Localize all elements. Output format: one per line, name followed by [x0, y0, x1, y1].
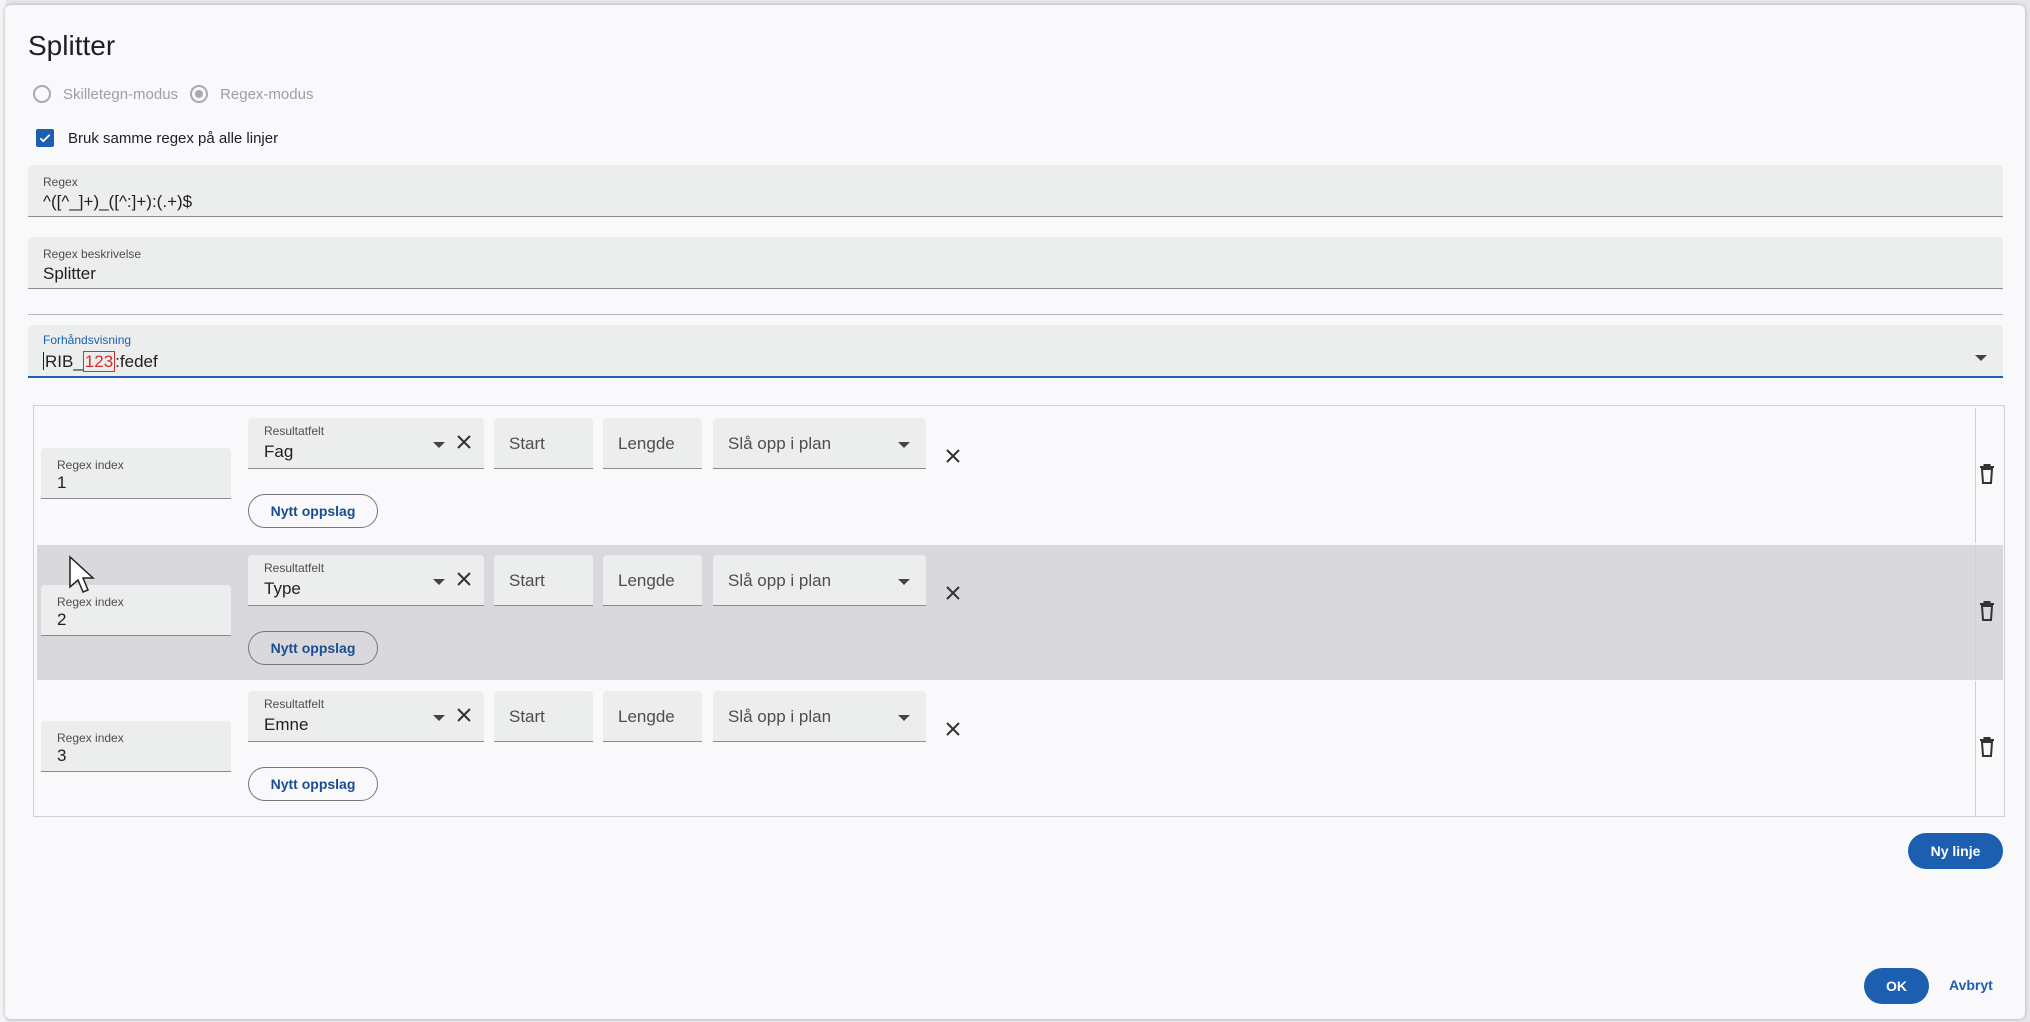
radio-delimiter-mode-label: Skilletegn-modus — [63, 85, 179, 103]
regex-index-field[interactable]: Regex index 3 — [41, 721, 231, 772]
regex-description-label: Regex beskrivelse — [43, 247, 142, 261]
length-placeholder: Lengde — [618, 707, 675, 726]
lookup-plan-placeholder: Slå opp i plan — [728, 707, 832, 726]
preview-field-value: RIB_ 123:fedef — [43, 351, 158, 372]
regex-line-row: Regex index 1 Resultatfelt Fag Start Len… — [37, 408, 2003, 543]
regex-line-row: Regex index 2 Resultatfelt Type Start Le… — [37, 545, 2003, 680]
regex-index-field[interactable]: Regex index 1 — [41, 448, 231, 499]
result-field-label: Resultatfelt — [264, 697, 325, 711]
result-field-select[interactable]: Resultatfelt Fag — [248, 418, 484, 469]
dropdown-arrow-icon[interactable] — [433, 579, 445, 585]
start-placeholder: Start — [509, 434, 545, 453]
regex-index-label: Regex index — [57, 458, 124, 472]
start-placeholder: Start — [509, 571, 545, 590]
close-icon[interactable] — [941, 444, 965, 468]
regex-lines-group: Regex index 1 Resultatfelt Fag Start Len… — [33, 405, 2005, 817]
same-regex-checkbox-row: Bruk samme regex på alle linjer — [36, 129, 278, 147]
ok-button[interactable]: OK — [1864, 968, 1929, 1004]
dialog-title: Splitter — [28, 30, 116, 61]
regex-index-label: Regex index — [57, 731, 124, 745]
radio-regex-mode[interactable] — [190, 85, 209, 103]
text-caret — [43, 352, 44, 370]
lookup-plan-select[interactable]: Slå opp i plan — [713, 555, 926, 606]
new-lookup-button[interactable]: Nytt oppslag — [248, 631, 378, 665]
checkmark-icon — [39, 134, 51, 143]
start-field[interactable]: Start — [494, 555, 593, 606]
divider — [28, 314, 2003, 315]
regex-field-label: Regex — [43, 175, 78, 189]
regex-description-value: Splitter — [43, 264, 96, 283]
lookup-plan-placeholder: Slå opp i plan — [728, 434, 832, 453]
regex-index-value: 1 — [57, 473, 67, 492]
dropdown-arrow-icon[interactable] — [898, 715, 910, 721]
result-field-label: Resultatfelt — [264, 424, 325, 438]
regex-index-value: 3 — [57, 746, 67, 765]
radio-delimiter-mode[interactable] — [33, 85, 51, 103]
start-field[interactable]: Start — [494, 418, 593, 469]
delete-icon[interactable] — [1973, 733, 2001, 761]
new-lookup-button[interactable]: Nytt oppslag — [248, 494, 378, 528]
mouse-cursor-icon — [68, 555, 96, 595]
same-regex-checkbox[interactable] — [36, 129, 54, 147]
close-icon[interactable] — [941, 581, 965, 605]
regex-index-value: 2 — [57, 610, 67, 629]
result-field-select[interactable]: Resultatfelt Emne — [248, 691, 484, 742]
regex-field[interactable]: Regex ^([^_]+)_([^:]+):(.+)$ — [28, 165, 2003, 217]
delete-icon[interactable] — [1973, 460, 2001, 488]
new-lookup-button[interactable]: Nytt oppslag — [248, 767, 378, 801]
lookup-plan-select[interactable]: Slå opp i plan — [713, 691, 926, 742]
cancel-button[interactable]: Avbryt — [1949, 977, 1993, 993]
regex-field-value: ^([^_]+)_([^:]+):(.+)$ — [43, 192, 193, 211]
dropdown-arrow-icon[interactable] — [433, 442, 445, 448]
close-icon[interactable] — [941, 717, 965, 741]
result-field-value: Emne — [264, 715, 309, 734]
clear-icon[interactable] — [454, 705, 474, 725]
new-line-button[interactable]: Ny linje — [1908, 833, 2003, 869]
preview-suffix: :fedef — [115, 352, 158, 371]
regex-line-row: Regex index 3 Resultatfelt Emne Start Le… — [37, 681, 2003, 816]
dropdown-arrow-icon[interactable] — [898, 579, 910, 585]
clear-icon[interactable] — [454, 432, 474, 452]
splitter-dialog: Splitter Skilletegn-modus Regex-modus Br… — [5, 5, 2025, 1019]
result-field-value: Type — [264, 579, 301, 598]
length-field[interactable]: Lengde — [603, 691, 702, 742]
regex-index-label: Regex index — [57, 595, 124, 609]
preview-field-label: Forhåndsvisning — [43, 333, 132, 347]
preview-prefix: RIB_ — [45, 352, 83, 371]
length-placeholder: Lengde — [618, 571, 675, 590]
lookup-plan-placeholder: Slå opp i plan — [728, 571, 832, 590]
radio-regex-mode-label: Regex-modus — [220, 85, 314, 103]
regex-description-field[interactable]: Regex beskrivelse Splitter — [28, 237, 2003, 289]
dropdown-arrow-icon[interactable] — [1975, 355, 1987, 361]
dropdown-arrow-icon[interactable] — [433, 715, 445, 721]
delete-icon[interactable] — [1973, 597, 2001, 625]
length-placeholder: Lengde — [618, 434, 675, 453]
start-placeholder: Start — [509, 707, 545, 726]
result-field-select[interactable]: Resultatfelt Type — [248, 555, 484, 606]
clear-icon[interactable] — [454, 569, 474, 589]
preview-highlight-match: 123 — [82, 351, 116, 372]
result-field-label: Resultatfelt — [264, 561, 325, 575]
start-field[interactable]: Start — [494, 691, 593, 742]
dropdown-arrow-icon[interactable] — [898, 442, 910, 448]
lookup-plan-select[interactable]: Slå opp i plan — [713, 418, 926, 469]
preview-field[interactable]: Forhåndsvisning RIB_ 123:fedef — [28, 325, 2003, 378]
length-field[interactable]: Lengde — [603, 555, 702, 606]
length-field[interactable]: Lengde — [603, 418, 702, 469]
mode-radio-group: Skilletegn-modus Regex-modus — [33, 79, 325, 109]
same-regex-checkbox-label: Bruk samme regex på alle linjer — [68, 129, 279, 147]
result-field-value: Fag — [264, 442, 294, 461]
